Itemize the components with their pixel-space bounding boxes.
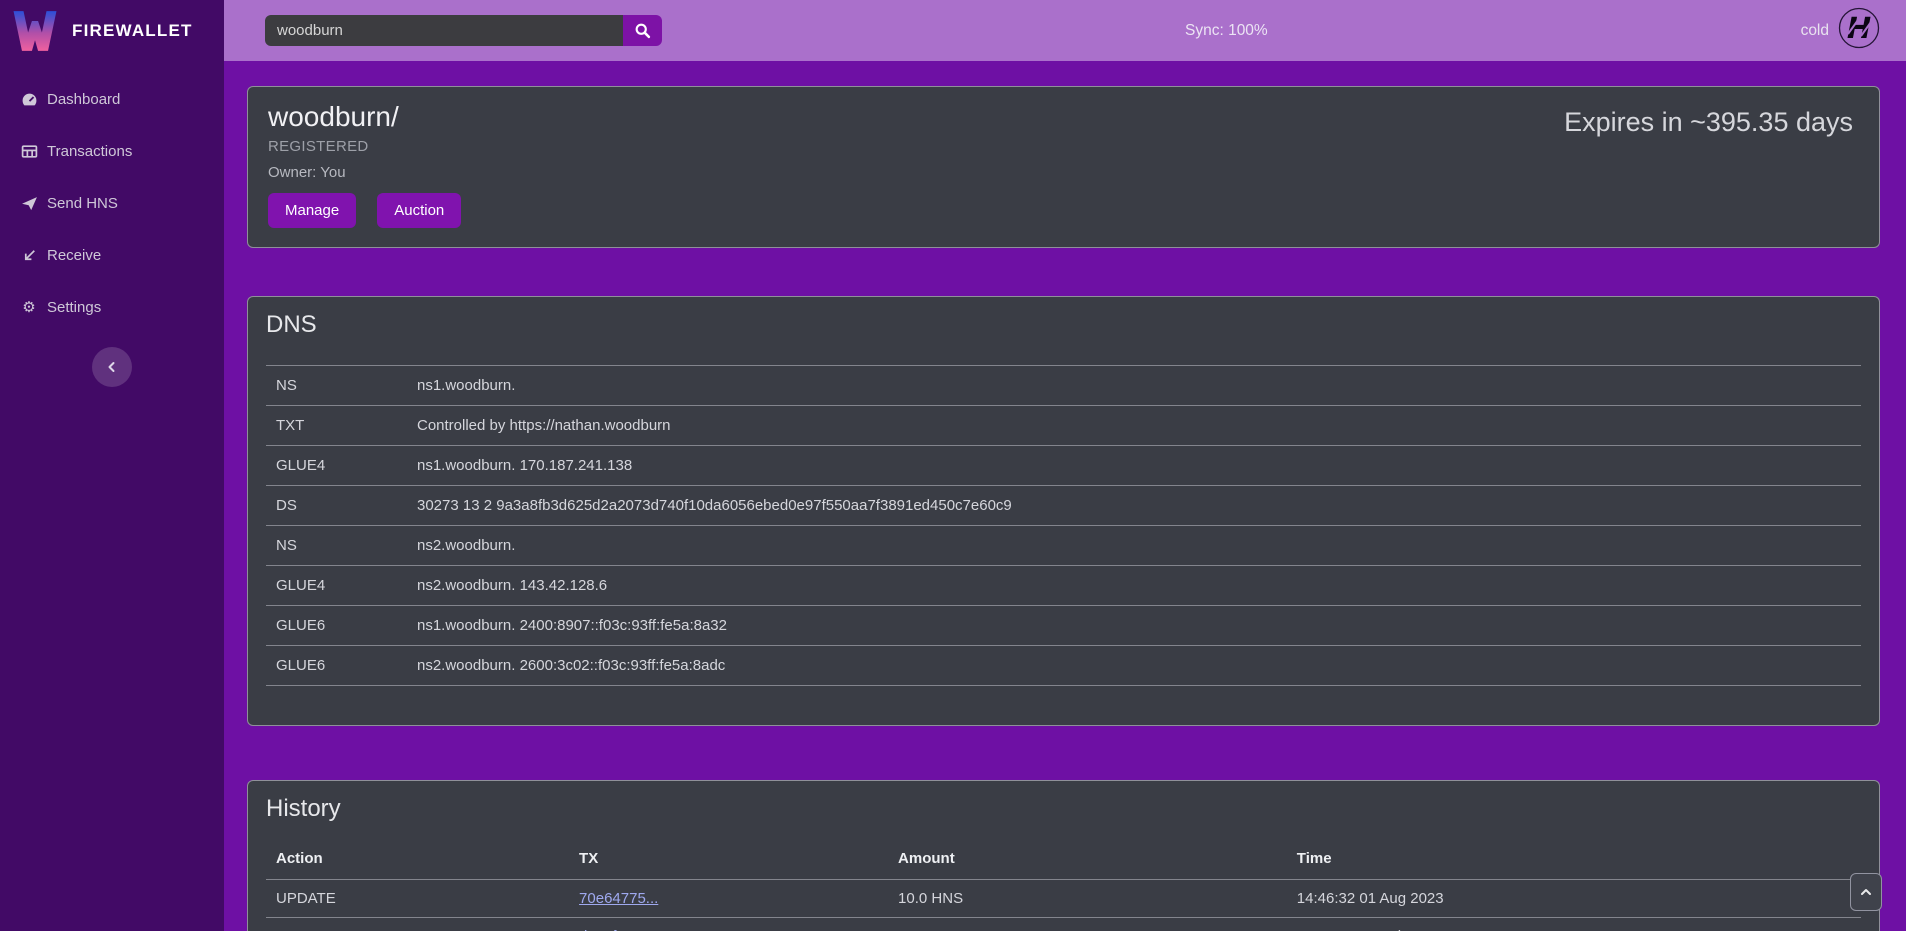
- dns-record-value: ns1.woodburn. 170.187.241.138: [407, 446, 1861, 486]
- topbar: Sync: 100% cold H: [224, 0, 1906, 61]
- auction-button[interactable]: Auction: [377, 193, 461, 228]
- brand-name: FIREWALLET: [72, 21, 193, 41]
- domain-card: woodburn/ REGISTERED Owner: You Manage A…: [247, 86, 1880, 248]
- dns-record-row: GLUE6 ns2.woodburn. 2600:3c02::f03c:93ff…: [266, 646, 1861, 686]
- dns-record-row: NS ns1.woodburn.: [266, 366, 1861, 406]
- dns-record-row: GLUE4 ns2.woodburn. 143.42.128.6: [266, 566, 1861, 606]
- history-column-header: TX: [569, 837, 888, 880]
- scroll-to-top-button[interactable]: [1850, 873, 1882, 911]
- dns-record-type: GLUE6: [266, 646, 407, 686]
- search-input[interactable]: [265, 15, 623, 46]
- history-amount: 10.0 HNS: [888, 880, 1287, 918]
- sidebar-collapse-button[interactable]: [92, 347, 132, 387]
- history-column-header: Time: [1287, 837, 1861, 880]
- history-action: RENEW: [266, 918, 569, 931]
- dns-record-type: GLUE4: [266, 446, 407, 486]
- domain-owner: Owner: You: [268, 164, 1859, 181]
- dashboard-icon: [20, 90, 38, 108]
- main-content: woodburn/ REGISTERED Owner: You Manage A…: [224, 61, 1906, 931]
- transactions-icon: [20, 142, 38, 160]
- sidebar-item-label: Dashboard: [47, 91, 120, 108]
- domain-actions: Manage Auction: [268, 193, 1859, 228]
- history-row: RENEW d5e8f3a2... 10.0 HNS 15:47:36 07 F…: [266, 918, 1861, 931]
- hns-logo-icon: H: [1838, 7, 1880, 54]
- dns-record-row: NS ns2.woodburn.: [266, 526, 1861, 566]
- sidebar-item-dashboard[interactable]: Dashboard: [0, 73, 224, 125]
- sidebar-item-label: Receive: [47, 247, 101, 264]
- dns-record-type: NS: [266, 526, 407, 566]
- dns-record-row: DS 30273 13 2 9a3a8fb3d625d2a2073d740f10…: [266, 486, 1861, 526]
- dns-record-type: NS: [266, 366, 407, 406]
- dns-record-value: 30273 13 2 9a3a8fb3d625d2a2073d740f10da6…: [407, 486, 1861, 526]
- dns-record-value: ns2.woodburn.: [407, 526, 1861, 566]
- sidebar-item-receive[interactable]: Receive: [0, 229, 224, 281]
- dns-record-value: ns1.woodburn. 2400:8907::f03c:93ff:fe5a:…: [407, 606, 1861, 646]
- history-amount: 10.0 HNS: [888, 918, 1287, 931]
- search-icon: [634, 22, 651, 39]
- app-window: FIREWALLET Dashboard: [0, 0, 1906, 931]
- sidebar-item-label: Transactions: [47, 143, 132, 160]
- wallet-badge[interactable]: cold H: [1801, 0, 1880, 61]
- history-column-header: Amount: [888, 837, 1287, 880]
- wallet-name: cold: [1801, 22, 1829, 40]
- chevron-up-icon: [1858, 884, 1874, 900]
- dns-record-row: GLUE4 ns1.woodburn. 170.187.241.138: [266, 446, 1861, 486]
- search-button[interactable]: [623, 15, 662, 46]
- history-title: History: [266, 795, 1861, 823]
- dns-record-value: Controlled by https://nathan.woodburn: [407, 406, 1861, 446]
- history-header-row: Action TX Amount Time: [266, 837, 1861, 880]
- domain-status: REGISTERED: [268, 138, 1859, 155]
- dns-card: DNS NS ns1.woodburn. TXT Controlled by h…: [247, 296, 1880, 726]
- firewallet-logo-icon: [12, 9, 58, 53]
- expires-label: Expires in ~395.35 days: [1564, 107, 1853, 138]
- history-time: 15:47:36 07 Feb 2023: [1287, 918, 1861, 931]
- dns-record-value: ns2.woodburn. 2600:3c02::f03c:93ff:fe5a:…: [407, 646, 1861, 686]
- dns-record-type: DS: [266, 486, 407, 526]
- history-action: UPDATE: [266, 880, 569, 918]
- history-card: History Action TX Amount Time UPDATE 70e…: [247, 780, 1880, 931]
- history-row: UPDATE 70e64775... 10.0 HNS 14:46:32 01 …: [266, 880, 1861, 918]
- history-time: 14:46:32 01 Aug 2023: [1287, 880, 1861, 918]
- tx-link[interactable]: 70e64775...: [579, 890, 658, 907]
- history-column-header: Action: [266, 837, 569, 880]
- dns-record-value: ns1.woodburn.: [407, 366, 1861, 406]
- sync-status: Sync: 100%: [1185, 0, 1268, 61]
- sidebar: FIREWALLET Dashboard: [0, 0, 224, 931]
- dns-record-type: TXT: [266, 406, 407, 446]
- manage-button[interactable]: Manage: [268, 193, 356, 228]
- dns-table-body: NS ns1.woodburn. TXT Controlled by https…: [266, 366, 1861, 686]
- dns-record-type: GLUE4: [266, 566, 407, 606]
- settings-icon: ⚙: [20, 298, 38, 316]
- history-table: Action TX Amount Time UPDATE 70e64775...…: [266, 837, 1861, 931]
- sidebar-item-label: Settings: [47, 299, 101, 316]
- dns-title: DNS: [266, 311, 1861, 339]
- sidebar-item-label: Send HNS: [47, 195, 118, 212]
- app-logo[interactable]: FIREWALLET: [0, 0, 224, 61]
- sidebar-nav: Dashboard Transactions: [0, 61, 224, 333]
- send-icon: [20, 194, 38, 212]
- dns-table: NS ns1.woodburn. TXT Controlled by https…: [266, 365, 1861, 686]
- sidebar-item-send-hns[interactable]: Send HNS: [0, 177, 224, 229]
- dns-record-row: GLUE6 ns1.woodburn. 2400:8907::f03c:93ff…: [266, 606, 1861, 646]
- dns-record-type: GLUE6: [266, 606, 407, 646]
- search-bar: [265, 15, 662, 46]
- chevron-left-icon: [104, 359, 120, 375]
- sidebar-item-transactions[interactable]: Transactions: [0, 125, 224, 177]
- dns-record-row: TXT Controlled by https://nathan.woodbur…: [266, 406, 1861, 446]
- history-table-body: UPDATE 70e64775... 10.0 HNS 14:46:32 01 …: [266, 880, 1861, 931]
- sidebar-item-settings[interactable]: ⚙ Settings: [0, 281, 224, 333]
- dns-record-value: ns2.woodburn. 143.42.128.6: [407, 566, 1861, 606]
- receive-icon: [20, 246, 38, 264]
